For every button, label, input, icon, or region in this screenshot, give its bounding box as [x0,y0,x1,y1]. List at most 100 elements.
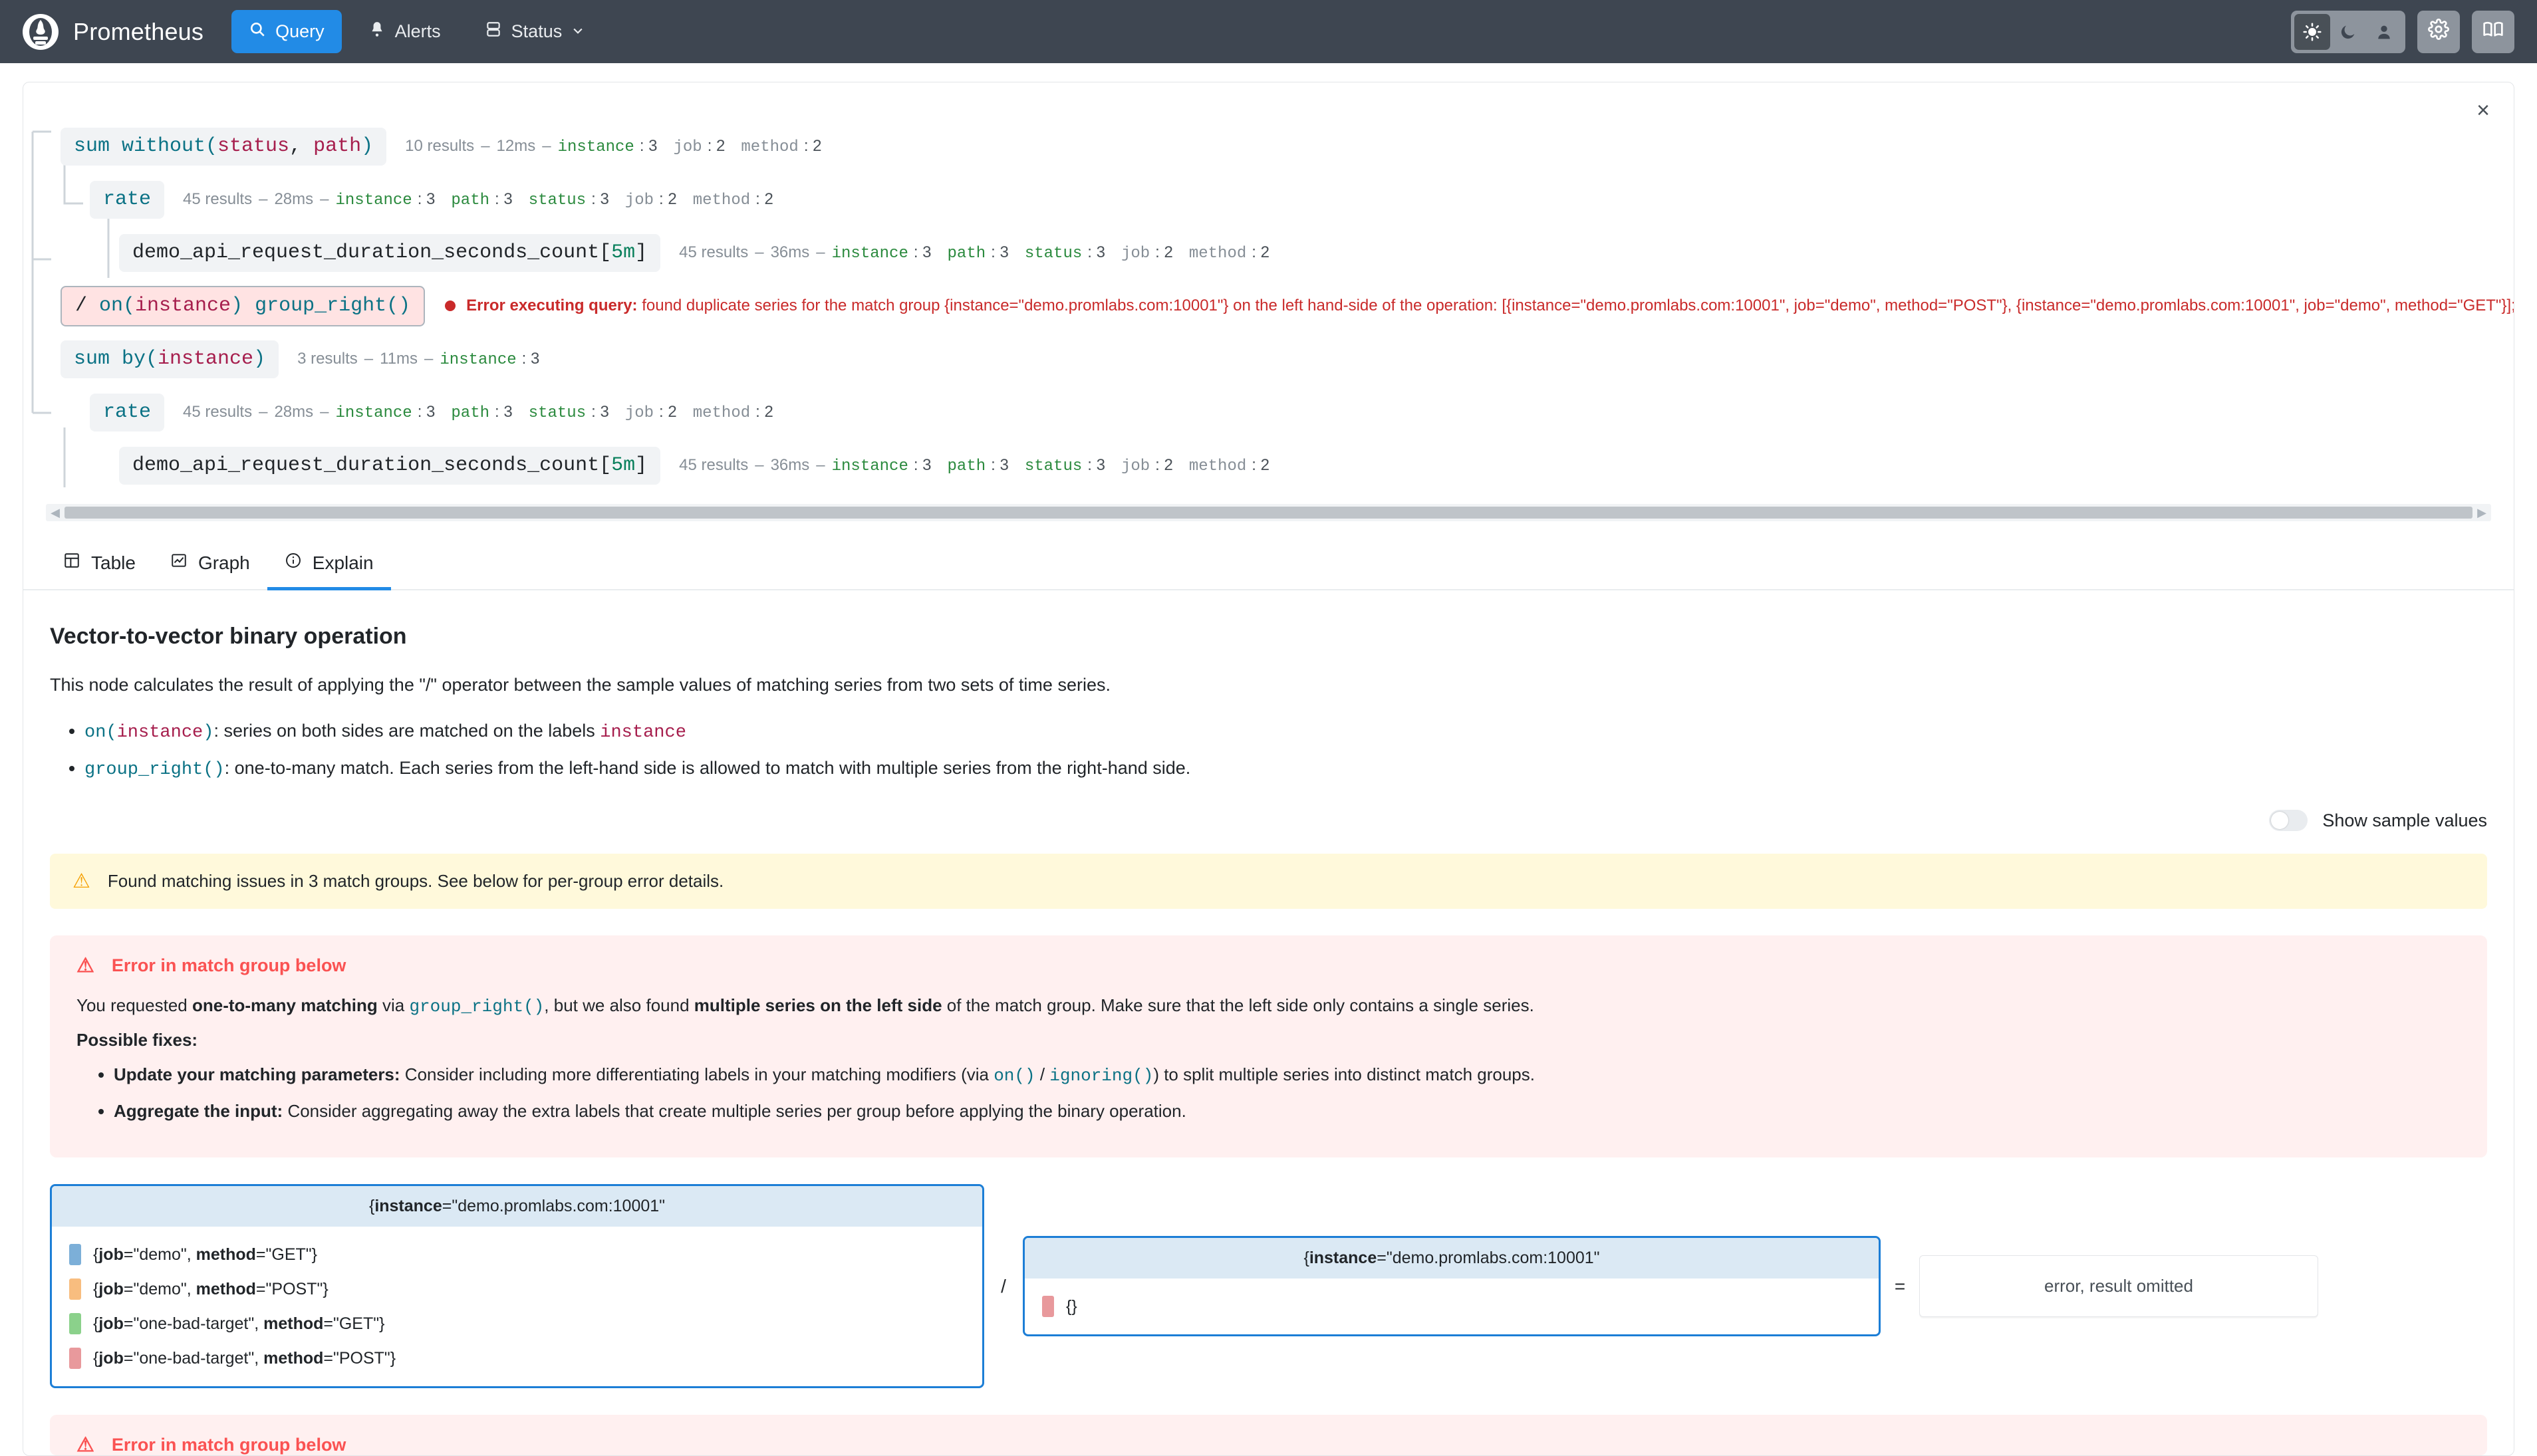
fix-item-aggregate-input: Aggregate the input: Consider aggregatin… [114,1099,2461,1124]
tab-label-graph: Graph [198,552,250,574]
execution-time: 28ms [274,403,313,422]
series-list-item: {job="demo", method="GET"} [69,1237,965,1272]
on-rest-text: : series on both sides are matched on th… [213,721,600,741]
error-message-text: Error executing query: found duplicate s… [466,297,2514,315]
tab-label-table: Table [91,552,136,574]
label-cardinality: instance: 3 [558,137,658,156]
show-sample-values-row: Show sample values [50,810,2487,831]
error-body-bold-2: multiple series on the left side [694,995,942,1015]
tree-row: / on(instance) group_right() Error execut… [61,279,2514,332]
tree-row: demo_api_request_duration_seconds_count[… [61,226,2514,279]
theme-dark-button[interactable] [2330,14,2366,50]
server-icon [485,21,502,43]
right-header-val: ="demo.promlabs.com:10001" [1377,1249,1599,1267]
tree-row: demo_api_request_duration_seconds_count[… [61,439,2514,492]
scrollbar-thumb[interactable] [65,507,2472,519]
explain-panel: Vector-to-vector binary operation This n… [23,590,2514,1455]
error-body: You requested one-to-many matching via g… [76,993,2461,1020]
result-box: error, result omitted [1919,1255,2318,1317]
nav-item-query[interactable]: Query [231,10,342,53]
nav-item-status[interactable]: Status [467,10,602,53]
tree-node-expression[interactable]: sum by(instance) [61,340,279,378]
tree-node-expression[interactable]: rate [90,181,164,219]
warning-text: Found matching issues in 3 match groups.… [108,871,724,892]
series-list-item: {} [1042,1289,1861,1324]
brand-name: Prometheus [73,18,203,46]
left-box-header: {instance="demo.promlabs.com:10001" [52,1186,982,1227]
nav-label-query: Query [275,21,325,42]
nav-label-alerts: Alerts [395,21,441,42]
series-color-swatch [1042,1296,1054,1317]
error-body-mid: via [378,995,410,1015]
execution-time: 11ms [380,350,418,368]
label-cardinality: method: 2 [1189,243,1269,263]
series-labels: {} [1066,1297,1077,1316]
result-count: 45 results [183,190,252,209]
tree-node-expression[interactable]: rate [90,394,164,431]
label-cardinality: instance: 3 [832,243,932,263]
nav-item-alerts[interactable]: Alerts [351,10,458,53]
fix-2-bold: Aggregate the input: [114,1101,283,1121]
horizontal-scrollbar[interactable]: ◀ ▶ [46,504,2491,521]
bullet-on-modifier: on( instance): series on both sides are m… [84,718,2487,746]
label-cardinality: job: 2 [674,137,726,156]
tree-node-expression[interactable]: demo_api_request_duration_seconds_count[… [119,447,660,485]
label-cardinality: method: 2 [1189,456,1269,475]
scroll-left-arrow[interactable]: ◀ [46,506,65,520]
left-box-items: {job="demo", method="GET"} {job="demo", m… [52,1227,982,1386]
theme-toggle-group[interactable] [2291,11,2405,53]
theme-auto-button[interactable] [2366,14,2402,50]
series-labels: {job="demo", method="POST"} [93,1280,329,1299]
result-count: 3 results [297,350,358,368]
label-cardinality: job: 2 [1121,456,1173,475]
brand[interactable]: Prometheus [23,14,203,50]
theme-light-button[interactable] [2294,14,2330,50]
series-color-swatch [69,1313,81,1334]
tree-node-expression[interactable]: / on(instance) group_right() [61,286,425,326]
group-right-rest-text: : one-to-many match. Each series from th… [225,758,1191,778]
page-title: Vector-to-vector binary operation [50,624,2487,650]
table-icon [63,552,80,574]
error-body-pre: You requested [76,995,192,1015]
match-group-error-box-2: ⚠ Error in match group below [50,1415,2487,1455]
label-cardinality: status: 3 [529,403,609,422]
tree-node-expression[interactable]: demo_api_request_duration_seconds_count[… [119,234,660,272]
settings-button[interactable] [2417,11,2460,53]
label-cardinality: instance: 3 [440,350,539,369]
fix-1-post: ) to split multiple series into distinct… [1153,1064,1535,1084]
possible-fixes-label: Possible fixes: [76,1028,2461,1053]
tab-explain[interactable]: Explain [267,539,391,590]
label-cardinality: method: 2 [693,190,773,209]
possible-fixes-bold: Possible fixes: [76,1030,198,1050]
label-cardinality: instance: 3 [832,456,932,475]
series-list-item: {job="one-bad-target", method="GET"} [69,1306,965,1341]
nav-links: Query Alerts Status [231,10,602,53]
error-heading-2: Error in match group below [112,1435,346,1455]
label-cardinality: status: 3 [1025,456,1105,475]
label-cardinality: job: 2 [625,403,677,422]
on-code: on( [84,723,117,743]
series-color-swatch [69,1278,81,1300]
scroll-right-arrow[interactable]: ▶ [2472,506,2491,520]
left-header-key: instance [374,1197,442,1215]
tree-node-expression[interactable]: sum without(status, path) [61,128,386,166]
bullet-group-right-modifier: group_right(): one-to-many match. Each s… [84,755,2487,783]
label-cardinality: method: 2 [741,137,821,156]
show-sample-values-toggle[interactable] [2269,810,2308,831]
nav-label-status: Status [511,21,563,42]
group-right-code: group_right() [84,760,225,780]
tree-node-stats: 45 results–28ms–instance: 3path: 3status… [183,403,773,422]
tree-node-stats: 3 results–11ms–instance: 3 [297,350,539,369]
tab-table[interactable]: Table [46,539,153,590]
docs-button[interactable] [2472,11,2514,53]
series-labels: {job="demo", method="GET"} [93,1245,317,1265]
bell-icon [368,21,386,43]
query-tree: sum without(status, path)10 results–12ms… [23,105,2514,492]
tree-row: rate 45 results–28ms–instance: 3path: 3st… [61,386,2514,439]
on-tail-code: instance [600,723,686,743]
fix-1-code-ignoring: ignoring() [1049,1066,1153,1086]
series-list-item: {job="demo", method="POST"} [69,1272,965,1306]
tab-graph[interactable]: Graph [153,539,267,590]
on-close-code: ) [203,723,213,743]
left-side-series-box: {instance="demo.promlabs.com:10001" {job… [50,1184,984,1388]
